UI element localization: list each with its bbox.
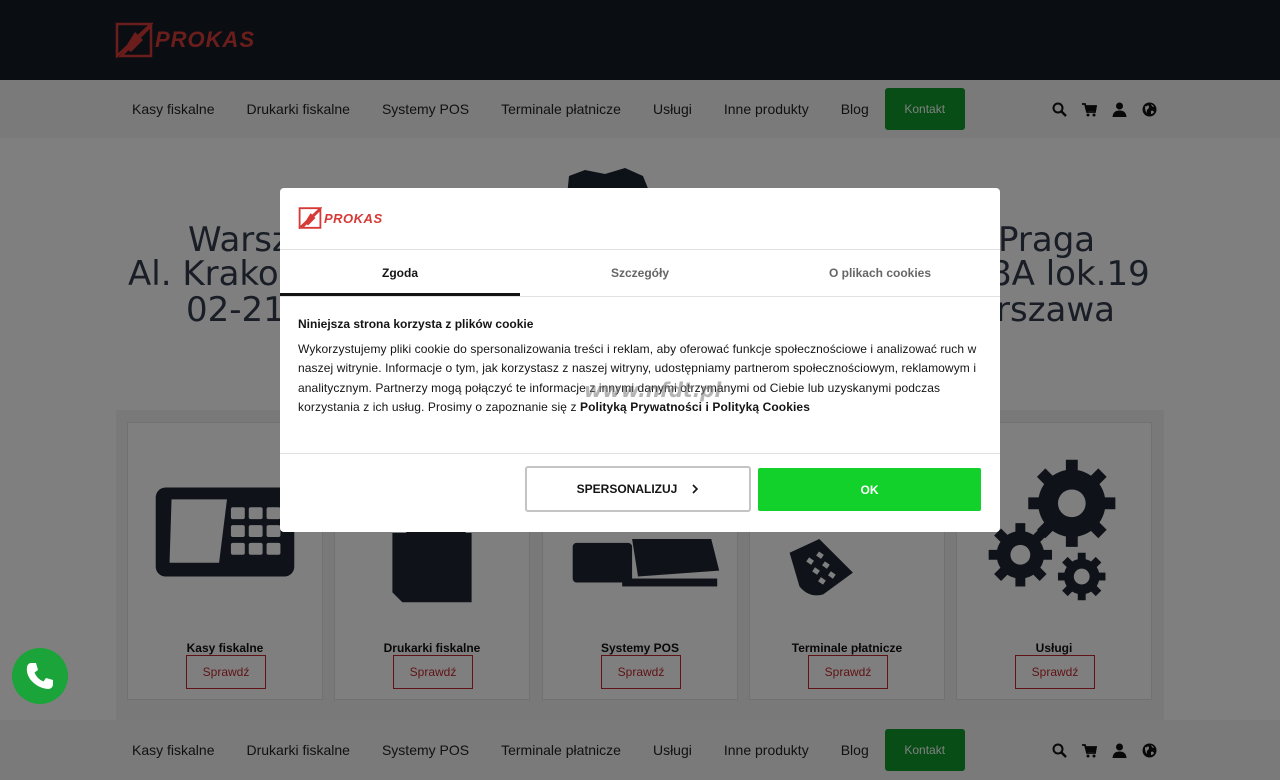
personalize-button[interactable]: SPERSONALIZUJ	[525, 466, 751, 512]
personalize-label: SPERSONALIZUJ	[576, 482, 678, 496]
phone-icon	[26, 663, 53, 689]
dialog-logo: PROKAS	[298, 206, 383, 230]
ok-button[interactable]: OK	[758, 468, 981, 511]
divider	[280, 296, 1000, 297]
chevron-right-icon	[692, 484, 699, 494]
tab-o-plikach-cookies[interactable]: O plikach cookies	[760, 250, 1000, 296]
cookie-consent-dialog: PROKAS Zgoda Szczegóły O plikach cookies…	[280, 188, 1000, 532]
tab-szczegoly[interactable]: Szczegóły	[520, 250, 760, 296]
watermark: www.nfdt.pl	[584, 378, 722, 402]
divider	[280, 453, 1000, 454]
logo-mark-icon	[298, 207, 322, 229]
dialog-tabs: Zgoda Szczegóły O plikach cookies	[280, 250, 1000, 296]
privacy-policy-link[interactable]: Polityką Prywatności i Polityką Cookies	[580, 400, 810, 414]
phone-call-button[interactable]	[12, 648, 68, 704]
logo-text: PROKAS	[324, 210, 383, 226]
dialog-heading: Niniejsza strona korzysta z plików cooki…	[298, 317, 534, 331]
tab-zgoda[interactable]: Zgoda	[280, 250, 520, 296]
